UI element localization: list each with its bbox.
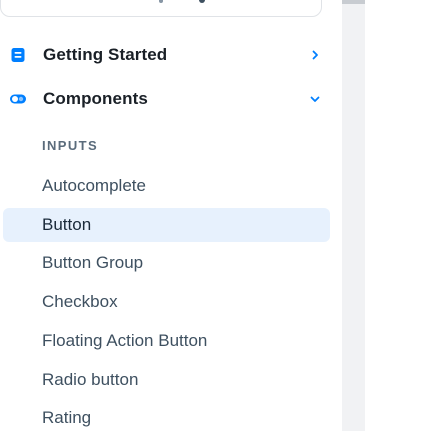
sidebar-item-autocomplete[interactable]: Autocomplete	[3, 169, 330, 203]
sidebar-item-label: Rating	[42, 408, 92, 427]
toggle-icon	[9, 90, 27, 108]
shortcut-key-glyph	[159, 0, 163, 3]
sidebar-item-floating-action-button[interactable]: Floating Action Button	[3, 324, 330, 358]
sidebar-item-label: Autocomplete	[42, 176, 146, 195]
sidebar-item-radio-button[interactable]: Radio button	[3, 363, 330, 397]
sidebar-item-checkbox[interactable]: Checkbox	[3, 285, 330, 319]
sidebar-scrollbar[interactable]	[342, 0, 365, 431]
nav-item-label: Getting Started	[43, 45, 168, 64]
nav-item-label: Components	[43, 89, 148, 108]
chevron-down-icon	[308, 92, 322, 106]
shortcut-key-glyph	[199, 0, 205, 3]
scrollbar-thumb[interactable]	[342, 0, 365, 4]
nav-item-getting-started[interactable]: Getting Started	[0, 35, 330, 75]
sidebar-item-label: Floating Action Button	[42, 331, 208, 350]
sidebar-item-button-group[interactable]: Button Group	[3, 246, 330, 280]
app-frame: Getting Started Components INPUTS Autoco…	[0, 0, 436, 431]
search-box[interactable]	[0, 0, 322, 17]
book-icon	[9, 46, 27, 64]
sidebar-item-rating[interactable]: Rating	[3, 401, 330, 431]
nav-item-components[interactable]: Components	[0, 79, 330, 119]
sidebar-item-label: Button	[42, 215, 92, 234]
docs-sidebar: Getting Started Components INPUTS Autoco…	[0, 0, 342, 431]
sidebar-item-label: Radio button	[42, 370, 139, 389]
sidebar-item-label: Button Group	[42, 253, 144, 272]
section-header-inputs: INPUTS	[42, 138, 99, 153]
sidebar-item-label: Checkbox	[42, 292, 118, 311]
chevron-right-icon	[308, 48, 322, 62]
sidebar-item-button[interactable]: Button	[3, 208, 330, 242]
